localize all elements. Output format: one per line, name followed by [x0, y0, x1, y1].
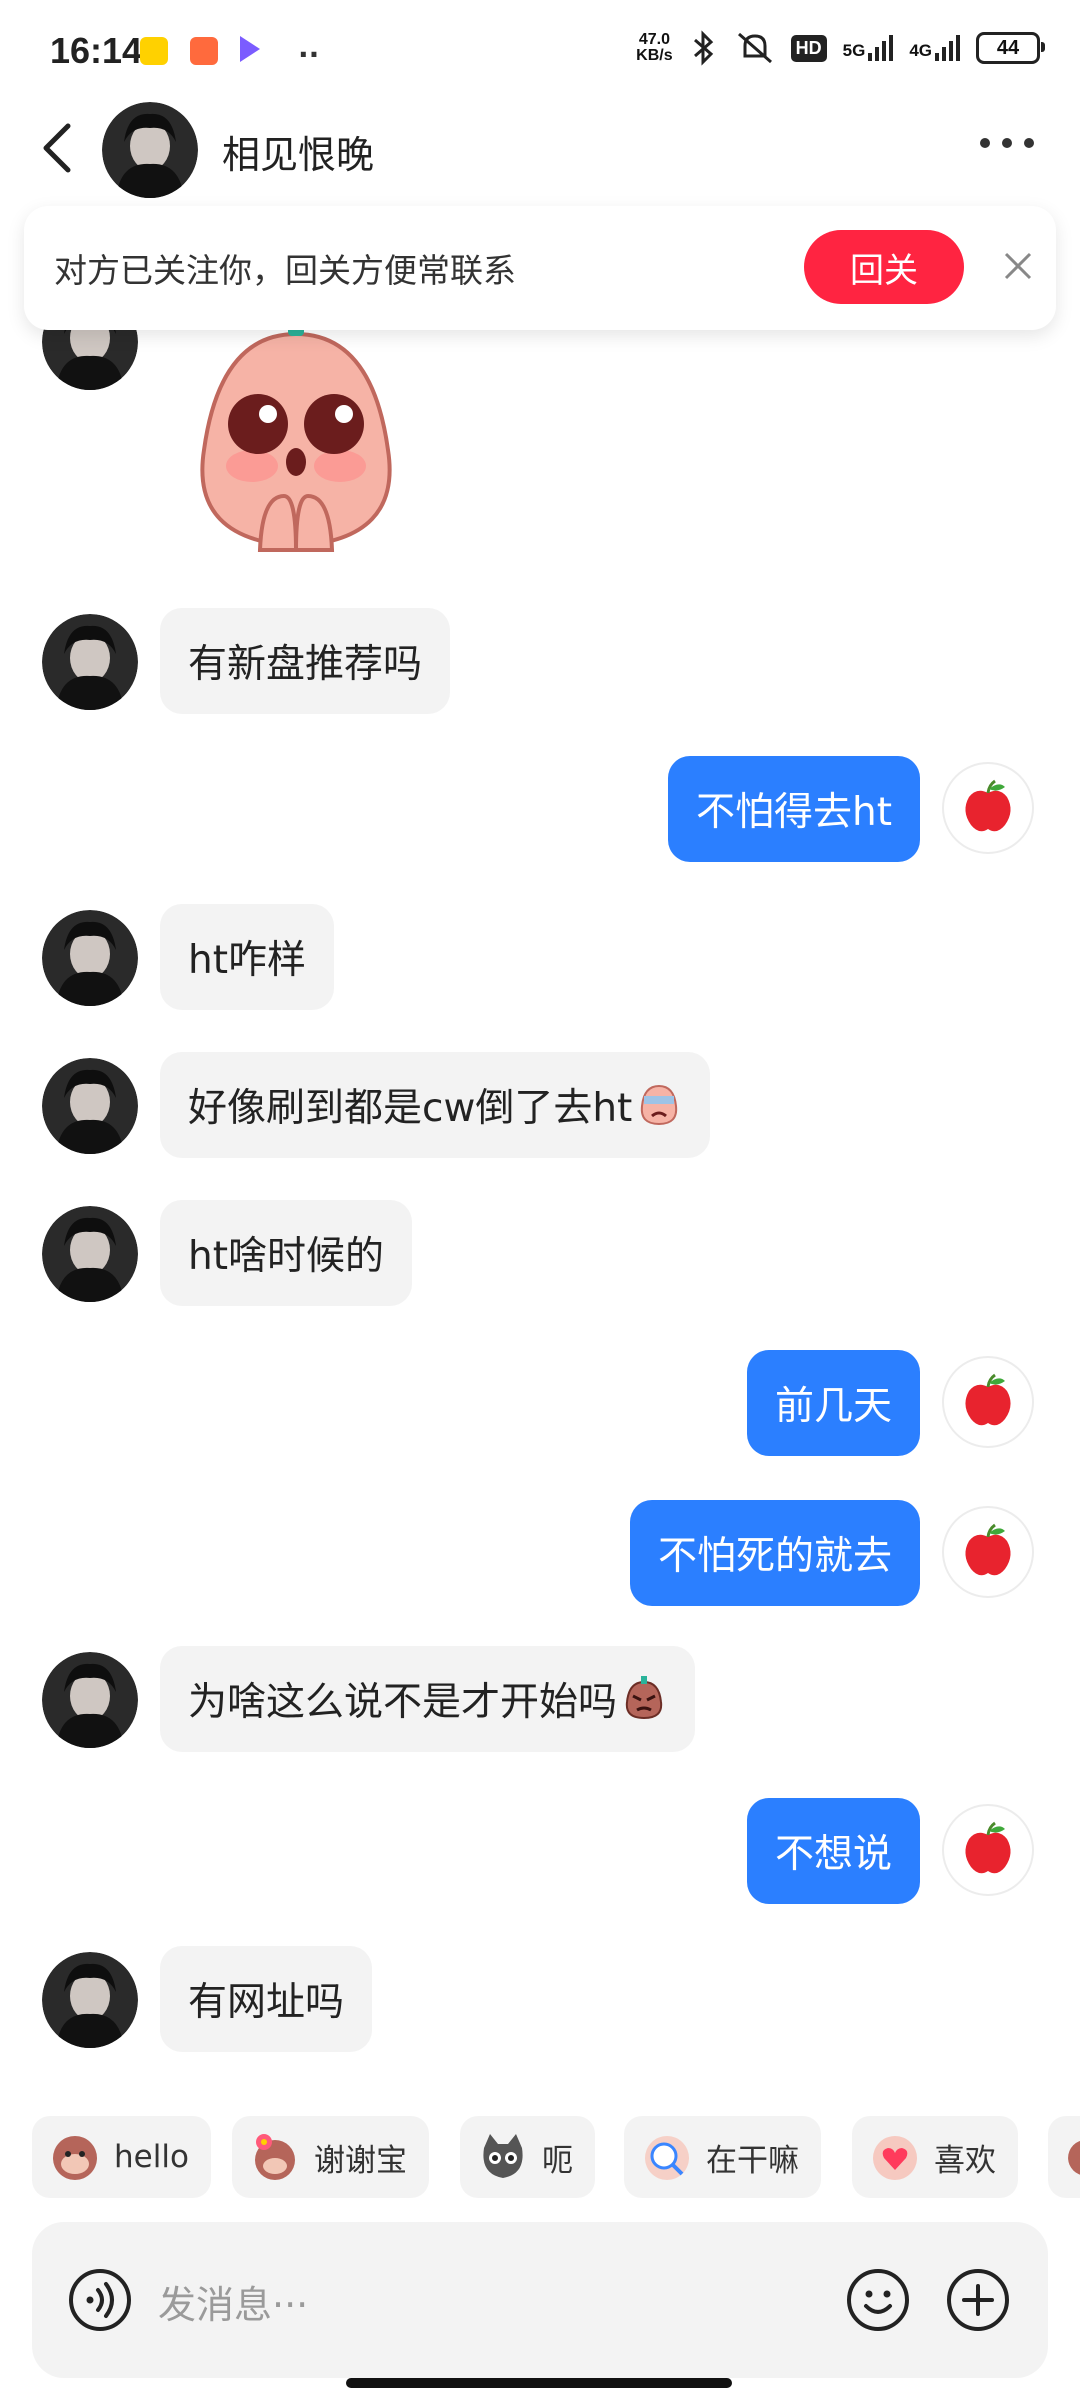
battery-indicator: 44: [976, 32, 1045, 64]
more-options-icon[interactable]: [980, 138, 1034, 148]
angry-emoji-icon: [625, 1676, 663, 1720]
quick-sticker-thanks[interactable]: 谢谢宝: [232, 2116, 429, 2198]
hd-badge: HD: [790, 34, 827, 62]
monkey-sticker-icon: [53, 2136, 97, 2180]
my-avatar[interactable]: [942, 1804, 1034, 1896]
signal-5g-label: 5G: [842, 41, 866, 60]
message-bubble-incoming[interactable]: ht啥时候的: [160, 1200, 413, 1306]
quick-sticker-like[interactable]: 喜欢: [852, 2116, 1018, 2198]
play-app-icon: [240, 36, 260, 62]
app-notification-icon: [190, 37, 218, 65]
message-bubble-outgoing[interactable]: 不想说: [746, 1798, 920, 1904]
monkey-flower-sticker-icon: [255, 2134, 295, 2180]
add-attachment-icon[interactable]: [946, 2268, 1010, 2332]
apple-icon: [965, 1523, 1011, 1576]
sticker-icon: [1068, 2140, 1080, 2175]
quick-sticker-uh[interactable]: 呃: [460, 2116, 595, 2198]
apple-icon: [965, 779, 1011, 832]
signal-4g-label: 4G: [909, 41, 932, 60]
quick-sticker-label: 在干嘛: [706, 2142, 799, 2179]
contact-avatar[interactable]: [42, 910, 138, 1006]
crying-emoji-icon: [641, 1084, 678, 1126]
follow-back-button[interactable]: 回关: [804, 230, 964, 304]
cat-sticker-icon: [483, 2134, 523, 2178]
message-bubble-incoming[interactable]: 好像刷到都是cw倒了去ht: [160, 1052, 711, 1158]
message-bubble-incoming[interactable]: ht咋样: [160, 904, 335, 1010]
contact-avatar[interactable]: [42, 1058, 138, 1154]
net-speed-unit: KB/s: [636, 47, 673, 64]
message-bubble-incoming[interactable]: 为啥这么说不是才开始吗: [160, 1646, 696, 1752]
message-input[interactable]: 发消息···: [158, 2274, 308, 2329]
my-avatar[interactable]: [942, 1356, 1034, 1448]
quick-sticker-label: 谢谢宝: [314, 2142, 407, 2179]
quick-sticker-label: hello: [114, 2139, 189, 2175]
contact-name[interactable]: 相见恨晚: [222, 124, 374, 179]
message-input-bar: 发消息···: [32, 2222, 1048, 2378]
apple-icon: [965, 1373, 1011, 1426]
more-notifications-icon: ··: [298, 38, 320, 71]
back-arrow-icon[interactable]: [42, 118, 72, 178]
my-avatar[interactable]: [942, 1506, 1034, 1598]
quick-sticker-whats-up[interactable]: 在干嘛: [624, 2116, 821, 2198]
meituan-app-icon: [140, 37, 168, 65]
signal-4g: 4G: [909, 35, 960, 61]
voice-input-icon[interactable]: [68, 2268, 132, 2332]
mute-icon: [737, 32, 772, 64]
message-bubble-outgoing[interactable]: 不怕死的就去: [629, 1500, 920, 1606]
emoji-picker-icon[interactable]: [846, 2268, 910, 2332]
message-text: 为啥这么说不是才开始吗: [188, 1680, 618, 1725]
contact-avatar[interactable]: [42, 1206, 138, 1302]
contact-avatar[interactable]: [42, 1652, 138, 1748]
banner-text: 对方已关注你，回关方便常联系: [54, 251, 516, 290]
message-bubble-outgoing[interactable]: 前几天: [746, 1350, 920, 1456]
sticker-pleading-face[interactable]: [176, 320, 416, 560]
signal-5g: 5G: [843, 35, 894, 61]
contact-avatar[interactable]: [42, 1952, 138, 2048]
quick-sticker-label: 喜欢: [934, 2142, 996, 2179]
battery-level: 44: [996, 36, 1020, 59]
bluetooth-icon: [693, 30, 713, 66]
quick-sticker-hello[interactable]: hello: [32, 2116, 211, 2198]
message-bubble-incoming[interactable]: 有新盘推荐吗: [160, 608, 451, 714]
message-text: 好像刷到都是cw倒了去ht: [188, 1086, 633, 1131]
quick-sticker-label: 呃: [542, 2142, 573, 2179]
my-avatar[interactable]: [942, 762, 1034, 854]
follow-back-banner: 对方已关注你，回关方便常联系 回关: [24, 206, 1056, 330]
status-right: 47.0 KB/s HD 5G 4G 44: [636, 30, 1045, 66]
love-sticker-icon: [873, 2136, 917, 2180]
message-bubble-incoming[interactable]: 有网址吗: [160, 1946, 373, 2052]
quick-sticker-more[interactable]: [1048, 2116, 1080, 2198]
apple-icon: [965, 1821, 1011, 1874]
close-icon[interactable]: [1000, 248, 1036, 284]
search-sticker-icon: [645, 2136, 689, 2180]
home-indicator[interactable]: [346, 2378, 732, 2388]
net-speed-value: 47.0: [638, 31, 670, 48]
net-speed: 47.0 KB/s: [636, 32, 672, 64]
header-avatar[interactable]: [102, 102, 198, 198]
status-time: 16:14: [50, 30, 143, 71]
contact-avatar[interactable]: [42, 614, 138, 710]
message-bubble-outgoing[interactable]: 不怕得去ht: [667, 756, 920, 862]
